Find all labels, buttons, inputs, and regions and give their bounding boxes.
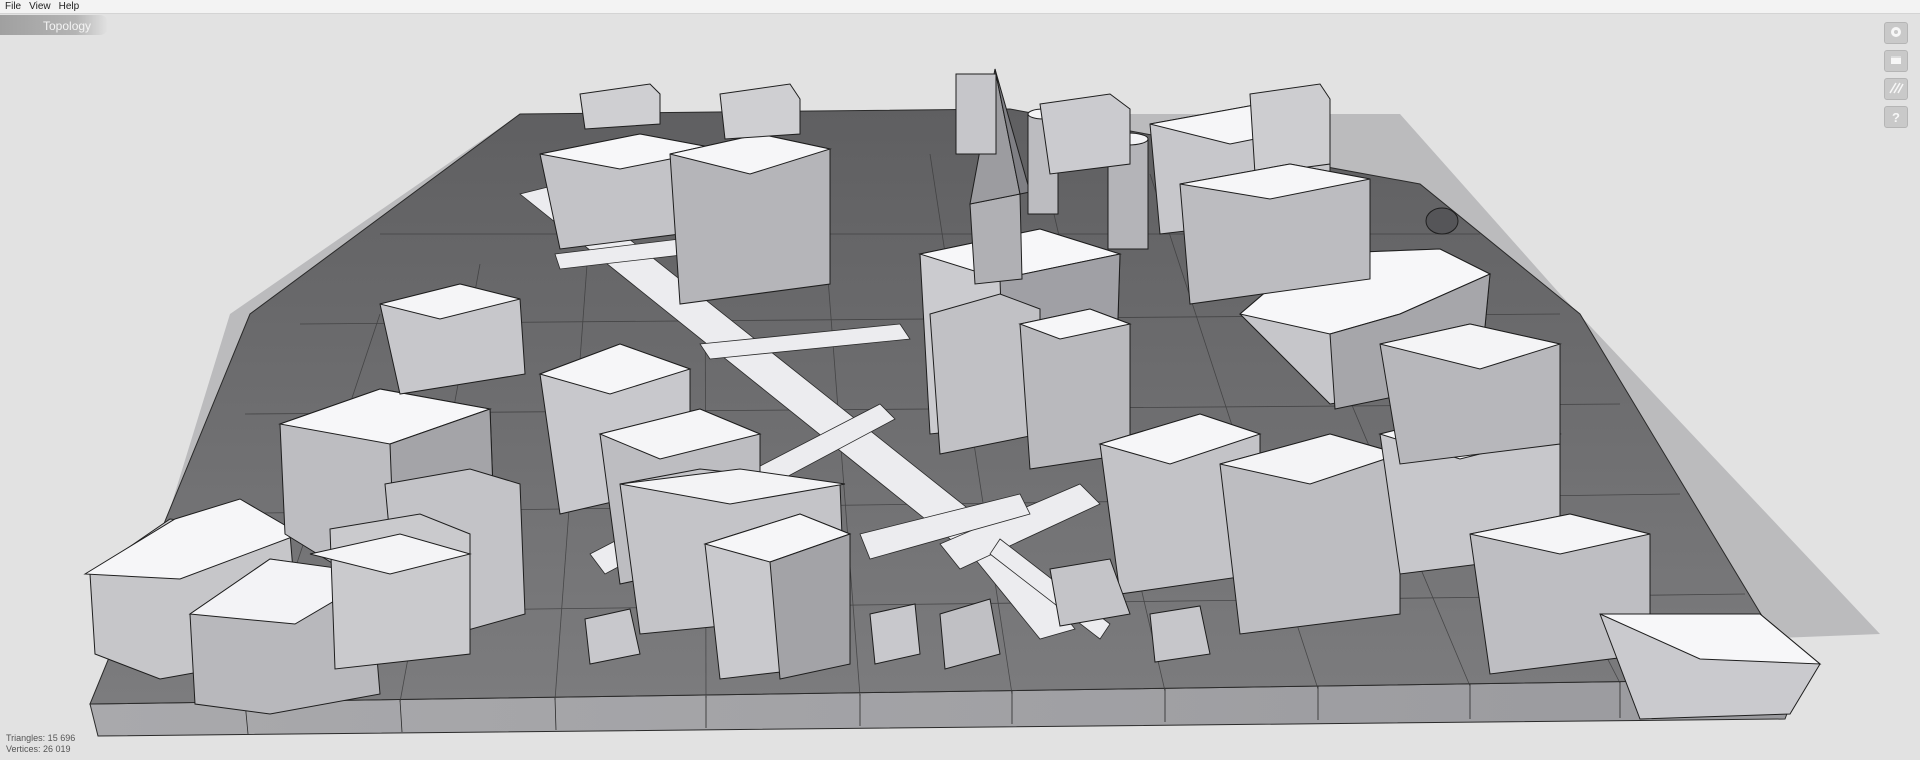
help-button[interactable]: ?	[1884, 106, 1908, 128]
window-icon	[1888, 53, 1904, 70]
city-model-render	[83, 68, 1880, 737]
menu-help[interactable]: Help	[55, 0, 84, 13]
menu-bar: File View Help	[0, 0, 1920, 14]
help-icon: ?	[1892, 109, 1900, 125]
3d-viewport[interactable]	[0, 14, 1920, 760]
triangle-count: Triangles: 15 696	[6, 733, 76, 743]
texture-button[interactable]	[1884, 78, 1908, 100]
menu-file[interactable]: File	[0, 0, 25, 13]
menu-view[interactable]: View	[25, 0, 55, 13]
view-toolbar: ?	[1884, 22, 1910, 128]
texture-hatch-icon	[1888, 81, 1904, 98]
vertex-count: Vertices: 26 019	[6, 744, 71, 754]
render-stats: Triangles: 15 696 Vertices: 26 019	[6, 733, 75, 755]
window-button[interactable]	[1884, 50, 1908, 72]
camera-orbit-button[interactable]	[1884, 22, 1908, 44]
camera-orbit-icon	[1888, 25, 1904, 42]
